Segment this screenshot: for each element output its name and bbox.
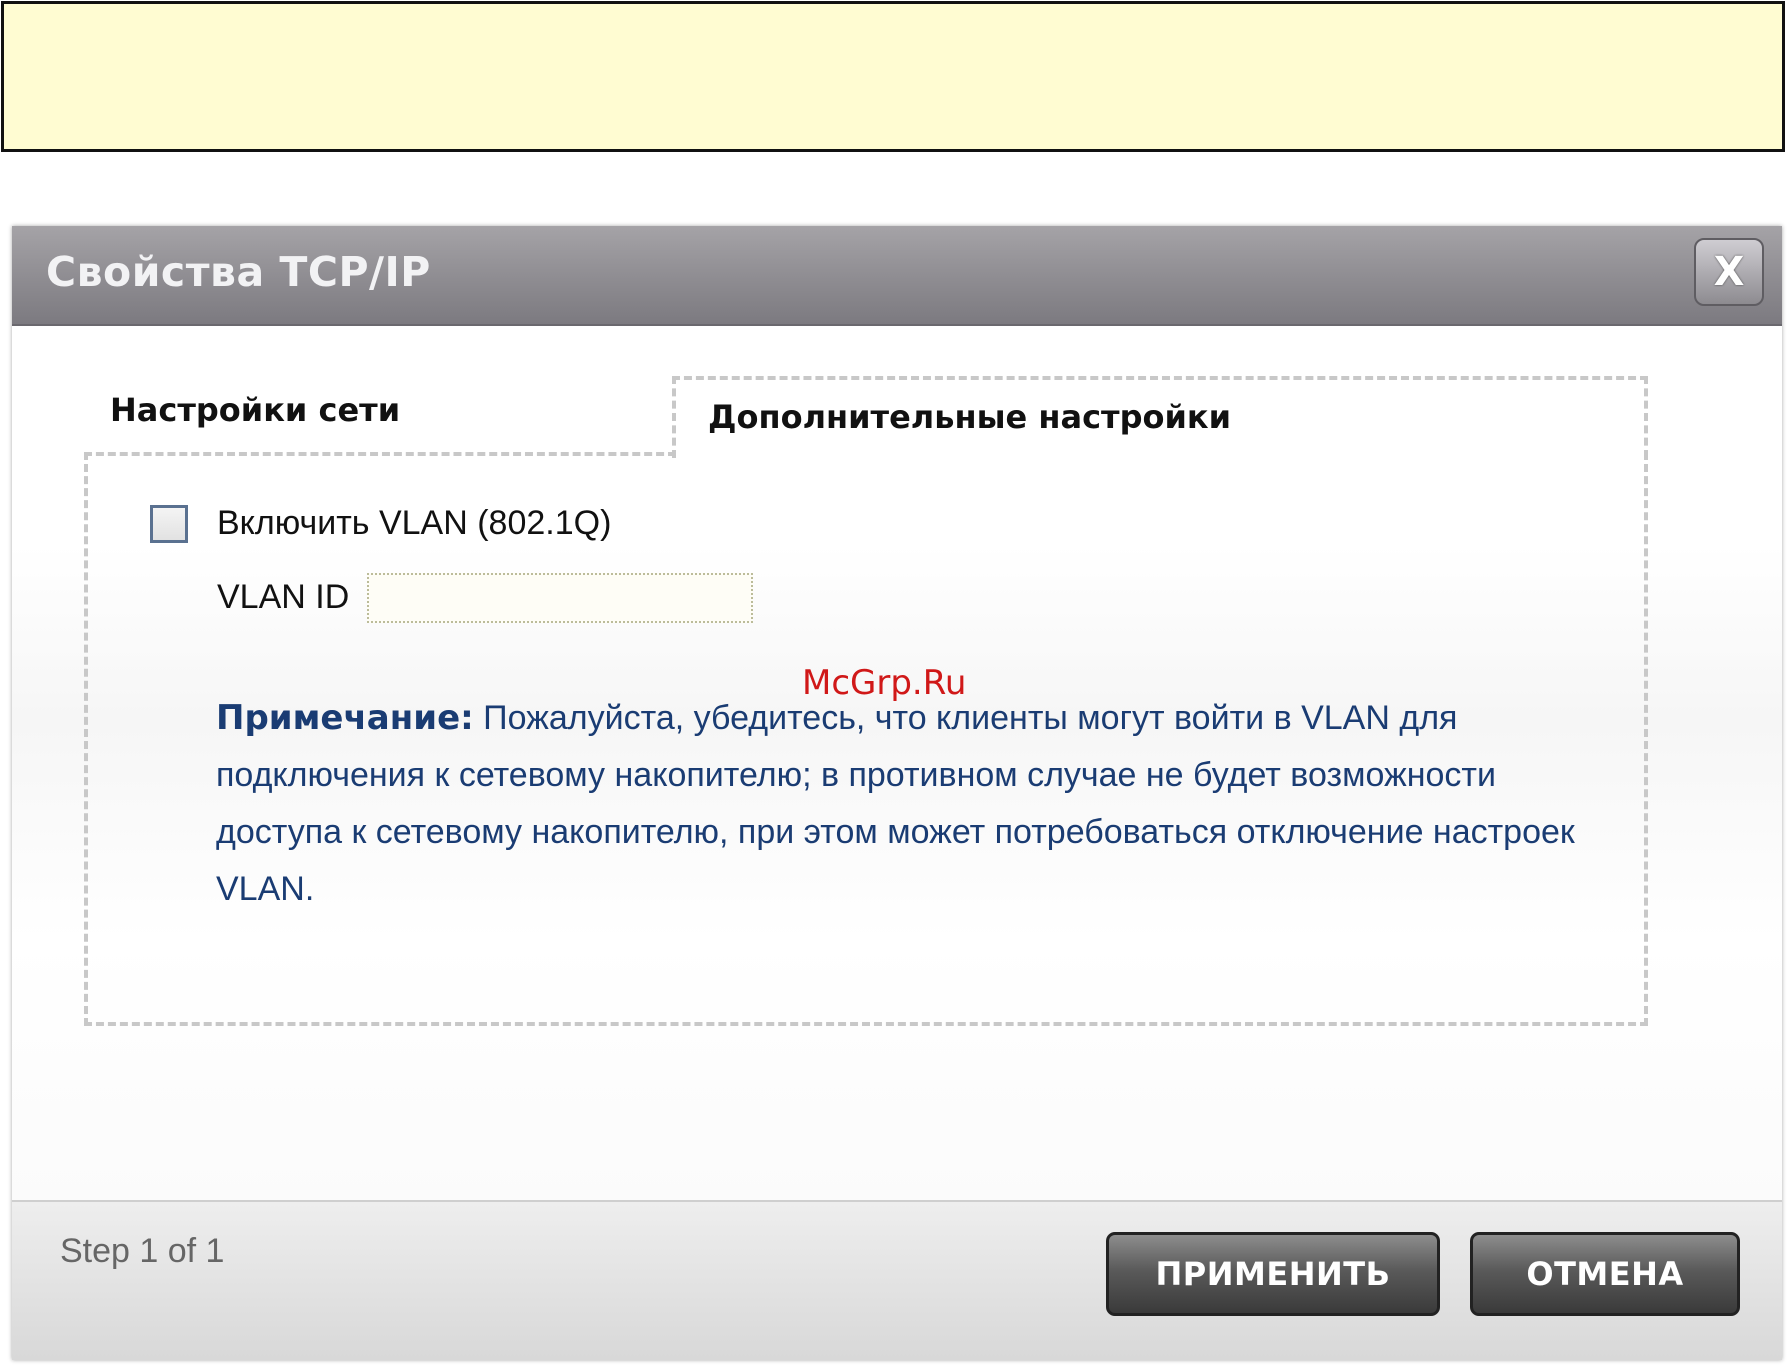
vlan-id-input[interactable] — [367, 573, 753, 623]
enable-vlan-label: Включить VLAN (802.1Q) — [217, 504, 612, 542]
close-button[interactable]: X — [1694, 238, 1764, 306]
tcpip-properties-dialog: Свойства TCP/IP X Настройки сети Дополни… — [12, 226, 1782, 1360]
close-icon: X — [1713, 249, 1745, 295]
dialog-title: Свойства TCP/IP — [46, 248, 431, 296]
note-prefix: Примечание: — [216, 698, 474, 738]
step-indicator: Step 1 of 1 — [60, 1232, 225, 1270]
tab-advanced-settings[interactable]: Дополнительные настройки — [708, 398, 1231, 436]
top-banner — [1, 1, 1785, 152]
cancel-button[interactable]: ОТМЕНА — [1470, 1232, 1740, 1316]
dialog-titlebar: Свойства TCP/IP X — [12, 226, 1782, 326]
vlan-id-label: VLAN ID — [217, 578, 350, 616]
dialog-footer: Step 1 of 1 ПРИМЕНИТЬ ОТМЕНА — [12, 1200, 1782, 1360]
vlan-note: Примечание: Пожалуйста, убедитесь, что к… — [216, 690, 1576, 918]
enable-vlan-checkbox[interactable] — [150, 505, 188, 543]
apply-button[interactable]: ПРИМЕНИТЬ — [1106, 1232, 1440, 1316]
tab-network-settings[interactable]: Настройки сети — [110, 391, 400, 429]
